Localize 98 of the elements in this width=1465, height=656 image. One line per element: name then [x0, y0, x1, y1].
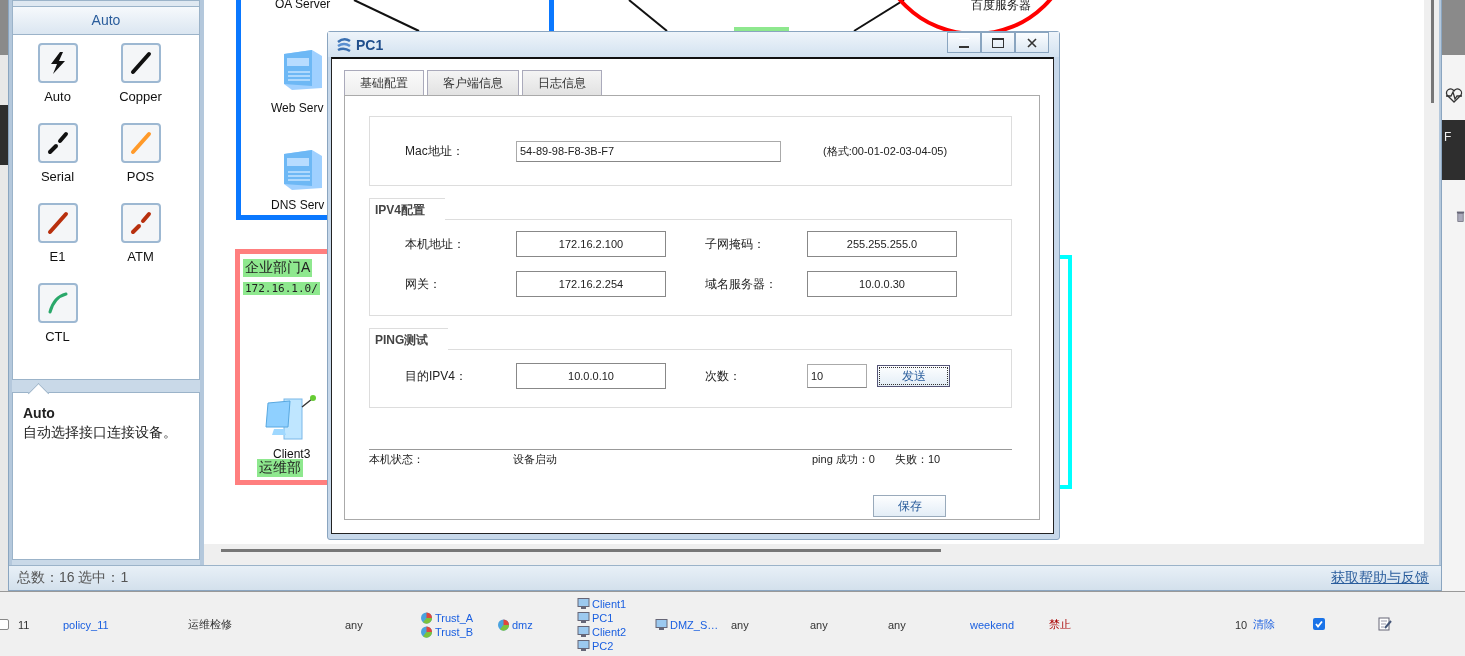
- maximize-icon: [992, 37, 1004, 48]
- ping-failure: 失败：10: [895, 452, 942, 467]
- schedule-link[interactable]: weekend: [970, 618, 1049, 631]
- object-link[interactable]: Client1: [592, 597, 627, 610]
- cable-label[interactable]: Copper: [119, 89, 162, 104]
- lightning-icon: [37, 43, 78, 83]
- maximize-button[interactable]: [981, 32, 1015, 53]
- monitor-icon: [577, 611, 590, 624]
- connection-line: [353, 0, 420, 32]
- dark-banner: [0, 105, 8, 165]
- table-cell-text: 11: [18, 618, 31, 631]
- computer-icon: [264, 393, 318, 443]
- ip-address-field[interactable]: 255.255.255.0: [807, 231, 957, 257]
- field-label: 域名服务器：: [705, 275, 778, 293]
- monitor-icon: [577, 639, 590, 652]
- section-title: IPV4配置: [369, 198, 445, 220]
- description-text: 自动选择接口连接设备。: [23, 424, 178, 442]
- row-checkbox[interactable]: [0, 619, 9, 630]
- minimize-icon: [959, 37, 969, 48]
- pie-icon: [420, 611, 433, 624]
- heartbeat-icon: [1445, 87, 1463, 103]
- network-icon: [336, 36, 352, 53]
- send-button[interactable]: 发送: [877, 365, 950, 387]
- note-label: 企业部门A: [243, 259, 313, 277]
- node-label: OA Server: [275, 0, 331, 11]
- object-link[interactable]: dmz: [512, 618, 533, 631]
- curved-cable-icon: [37, 283, 78, 323]
- object-link[interactable]: Trust_A: [435, 611, 474, 624]
- minimize-button[interactable]: [947, 32, 981, 53]
- trash-icon: [1456, 210, 1465, 223]
- field-label: 本机地址：: [405, 235, 466, 253]
- cable-label[interactable]: CTL: [45, 329, 70, 344]
- edit-icon[interactable]: [1378, 616, 1392, 631]
- tab[interactable]: 客户端信息: [427, 70, 519, 95]
- section-title: PING测试: [369, 328, 449, 350]
- node-label: Web Serv: [271, 101, 324, 115]
- cable-label[interactable]: E1: [49, 249, 66, 264]
- field-label: Mac地址：: [405, 142, 465, 160]
- enabled-checkbox[interactable]: [1313, 617, 1325, 630]
- cable-label[interactable]: Serial: [40, 169, 75, 184]
- ip-address-field[interactable]: 10.0.0.10: [516, 363, 666, 389]
- status-label: 本机状态：: [369, 452, 425, 467]
- monitor-icon: [577, 625, 590, 638]
- cable-label[interactable]: Auto: [44, 89, 71, 104]
- description-title: Auto: [23, 405, 56, 421]
- ip-address-field[interactable]: 172.16.2.100: [516, 231, 666, 257]
- scrollbar[interactable]: [1431, 0, 1434, 103]
- node-label: Client3: [273, 447, 311, 461]
- palette-header: Auto: [12, 7, 200, 35]
- connection-line: [628, 0, 668, 32]
- field-label: 网关：: [405, 275, 442, 293]
- monitor-icon: [577, 597, 590, 610]
- table-cell-text: 禁止: [1049, 617, 1072, 632]
- object-link[interactable]: Trust_B: [435, 625, 474, 638]
- scrollbar[interactable]: [221, 549, 941, 552]
- object-link[interactable]: Client2: [592, 625, 627, 638]
- tab[interactable]: 基础配置: [344, 70, 424, 95]
- monitor-icon: [655, 618, 668, 631]
- object-link[interactable]: PC1: [592, 611, 614, 624]
- count-field[interactable]: 10: [807, 364, 867, 388]
- window-title: PC1: [356, 36, 385, 53]
- cable-icon: [120, 123, 161, 163]
- policy-link[interactable]: policy_11: [63, 618, 188, 631]
- selection-summary: 总数：16 选中：1: [17, 569, 129, 587]
- ping-success: ping 成功：0: [812, 452, 876, 467]
- help-link[interactable]: 获取帮助与反馈: [1331, 569, 1429, 587]
- clear-link[interactable]: 清除: [1253, 617, 1313, 632]
- table-cell-text: any: [888, 618, 907, 631]
- object-link[interactable]: PC2: [592, 639, 614, 652]
- cable-label[interactable]: POS: [126, 169, 155, 184]
- note-label: 运维部: [257, 459, 303, 477]
- table-cell-text: any: [345, 618, 364, 631]
- node-label: DNS Serv: [271, 198, 325, 212]
- table-cell-text: 10: [1235, 618, 1249, 631]
- close-icon: [1027, 37, 1037, 48]
- cable-label[interactable]: ATM: [127, 249, 154, 264]
- ip-address-field[interactable]: 10.0.0.30: [807, 271, 957, 297]
- edge-text: F: [1444, 130, 1452, 144]
- status-value: 设备启动: [513, 452, 558, 467]
- ip-address-field[interactable]: 172.16.2.254: [516, 271, 666, 297]
- object-link[interactable]: DMZ_S…: [670, 618, 719, 631]
- note-label: 172.16.1.0/: [243, 282, 320, 295]
- format-hint: (格式:00-01-02-03-04-05): [823, 143, 948, 159]
- cable-icon: [120, 43, 161, 83]
- field-label: 子网掩码：: [705, 235, 766, 253]
- close-button[interactable]: [1015, 32, 1049, 53]
- dashed-cable-icon: [120, 203, 161, 243]
- save-button[interactable]: 保存: [873, 495, 946, 517]
- cable-icon: [37, 203, 78, 243]
- dashed-cable-icon: [37, 123, 78, 163]
- table-cell-text: 运维检修: [188, 617, 233, 632]
- pie-icon: [497, 618, 510, 631]
- mac-field[interactable]: 54-89-98-F8-3B-F7: [516, 140, 781, 162]
- table-cell-text: any: [731, 618, 750, 631]
- field-label: 目的IPV4：: [405, 367, 468, 385]
- table-cell-text: any: [810, 618, 829, 631]
- tab[interactable]: 日志信息: [522, 70, 602, 95]
- pie-icon: [420, 625, 433, 638]
